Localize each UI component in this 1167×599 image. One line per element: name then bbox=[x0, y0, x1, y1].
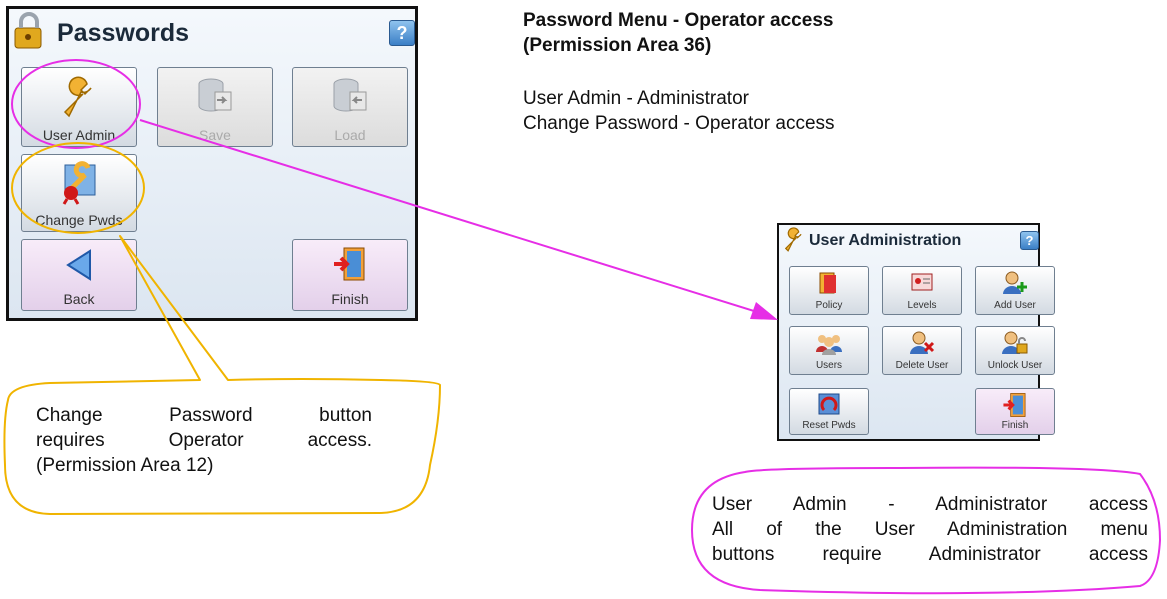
user-admin-title: User Administration bbox=[809, 232, 962, 249]
password-menu-heading: Password Menu - Operator access (Permiss… bbox=[523, 8, 833, 58]
back-arrow-icon bbox=[66, 249, 91, 281]
detail-line-1: User Admin - Administrator bbox=[523, 88, 749, 109]
save-label: Save bbox=[199, 127, 231, 143]
back-label: Back bbox=[63, 291, 95, 307]
load-database-icon bbox=[333, 78, 367, 112]
levels-card-icon bbox=[911, 273, 933, 291]
exit-door-icon bbox=[1003, 393, 1026, 417]
user-admin-label: User Admin bbox=[42, 127, 116, 143]
users-button[interactable]: Users bbox=[789, 326, 869, 375]
help-button[interactable]: ? bbox=[389, 20, 415, 46]
right-callout-line-2: All of the User Administration menu bbox=[712, 519, 1148, 540]
policy-button[interactable]: Policy bbox=[789, 266, 869, 315]
left-callout-line-3: (Permission Area 12) bbox=[36, 455, 214, 476]
reset-password-icon bbox=[818, 393, 840, 415]
save-button[interactable]: Save bbox=[157, 67, 273, 147]
user-admin-arrowhead bbox=[750, 302, 778, 320]
password-menu-details: User Admin - Administrator Change Passwo… bbox=[523, 86, 835, 136]
users-label: Users bbox=[815, 360, 843, 371]
save-database-icon bbox=[198, 78, 232, 112]
policy-book-icon bbox=[819, 272, 836, 294]
change-pwds-label: Change Pwds bbox=[35, 212, 123, 228]
left-callout-text: Change Password button requires Operator… bbox=[36, 403, 372, 478]
delete-user-icon bbox=[910, 331, 935, 354]
delete-user-label: Delete User bbox=[895, 360, 949, 371]
unlock-user-label: Unlock User bbox=[987, 360, 1043, 371]
add-user-label: Add User bbox=[994, 300, 1036, 311]
finish-button[interactable]: Finish bbox=[975, 388, 1055, 435]
user-administration-screen: User Administration ? Policy Levels Add … bbox=[777, 223, 1055, 441]
change-password-icon bbox=[62, 161, 96, 205]
add-user-button[interactable]: Add User bbox=[975, 266, 1055, 315]
policy-label: Policy bbox=[815, 300, 843, 311]
left-callout-line-2: requires Operator access. bbox=[36, 430, 372, 451]
right-callout-line-1: User Admin - Administrator access bbox=[712, 494, 1148, 515]
password-key-icon bbox=[14, 12, 42, 49]
help-button[interactable]: ? bbox=[1020, 231, 1039, 250]
user-admin-button[interactable]: User Admin bbox=[21, 67, 137, 147]
reset-pwds-label: Reset Pwds bbox=[802, 420, 856, 431]
left-callout-line-1: Change Password button bbox=[36, 405, 372, 426]
reset-pwds-button[interactable]: Reset Pwds bbox=[789, 388, 869, 435]
levels-button[interactable]: Levels bbox=[882, 266, 962, 315]
finish-label: Finish bbox=[331, 291, 369, 307]
unlock-user-icon bbox=[1002, 331, 1028, 354]
unlock-user-button[interactable]: Unlock User bbox=[975, 326, 1055, 375]
right-callout-line-3: buttons require Administrator access bbox=[712, 544, 1148, 565]
right-callout-text: User Admin - Administrator access All of… bbox=[712, 492, 1148, 567]
detail-line-2: Change Password - Operator access bbox=[523, 113, 835, 134]
wrench-icon bbox=[63, 76, 92, 118]
wrench-icon bbox=[784, 227, 802, 252]
delete-user-button[interactable]: Delete User bbox=[882, 326, 962, 375]
heading-line-2: (Permission Area 36) bbox=[523, 35, 712, 56]
finish-button[interactable]: Finish bbox=[292, 239, 408, 311]
levels-label: Levels bbox=[907, 300, 937, 311]
change-pwds-button[interactable]: Change Pwds bbox=[21, 154, 137, 232]
back-button[interactable]: Back bbox=[21, 239, 137, 311]
heading-line-1: Password Menu - Operator access bbox=[523, 10, 834, 31]
page-title: Passwords bbox=[57, 19, 190, 47]
add-user-icon bbox=[1003, 271, 1027, 294]
exit-door-icon bbox=[334, 247, 365, 281]
load-button[interactable]: Load bbox=[292, 67, 408, 147]
users-group-icon bbox=[816, 335, 842, 355]
passwords-screen: Passwords ? User Admin Save Load Change … bbox=[6, 6, 418, 321]
load-label: Load bbox=[334, 127, 366, 143]
finish-label: Finish bbox=[1001, 420, 1029, 431]
